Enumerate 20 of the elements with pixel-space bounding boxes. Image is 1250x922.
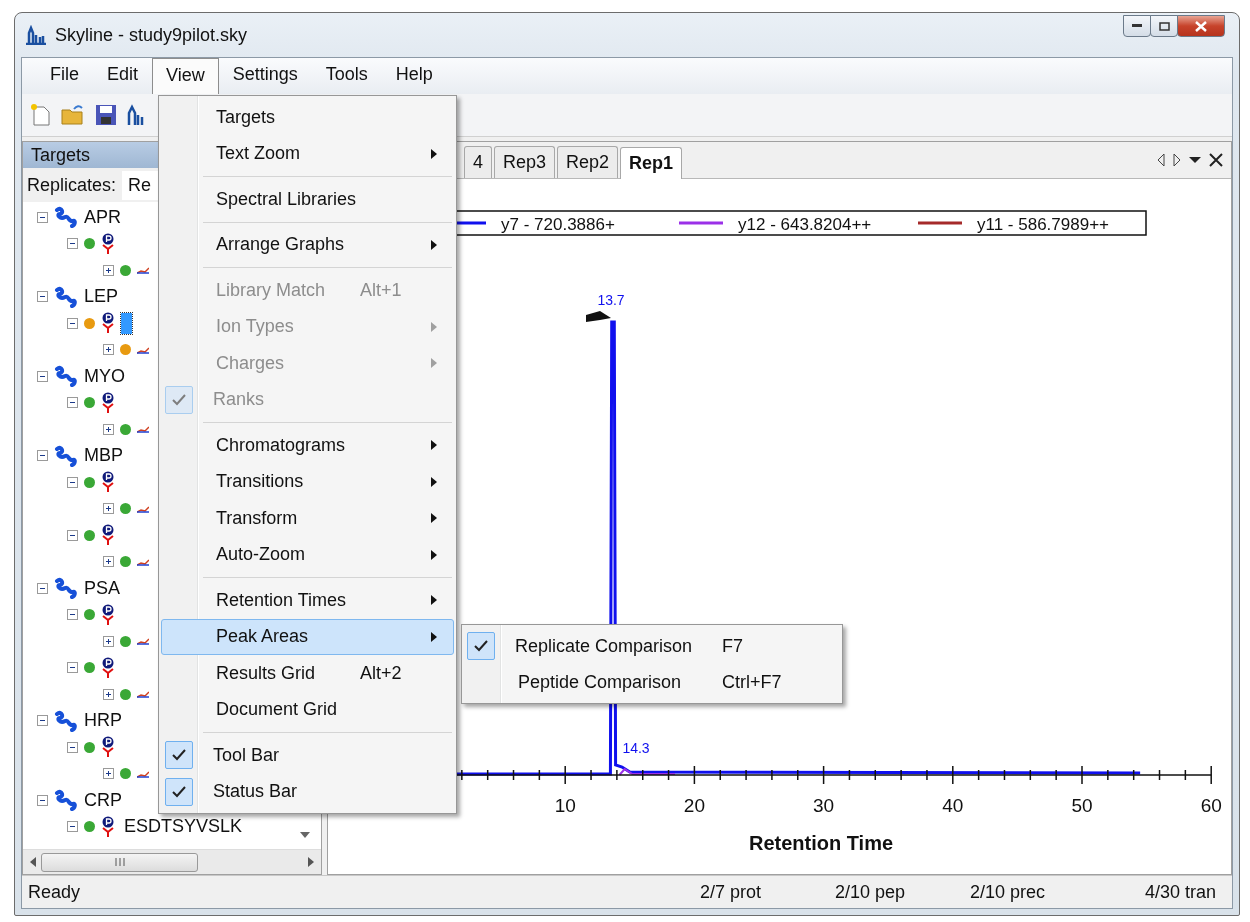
axis-tick-label: 10 — [554, 795, 576, 816]
legend-label: y12 - 643.8204++ — [738, 215, 872, 234]
status-count: 2/10 pep — [835, 881, 906, 902]
replicates-label: Replicates: — [27, 174, 117, 196]
status-message: Ready — [28, 881, 81, 903]
status-count: 4/30 tran — [1145, 881, 1217, 902]
legend-label: y11 - 586.7989++ — [977, 215, 1109, 234]
axis-tick-label: 60 — [1200, 795, 1222, 816]
peak-label: 14.3 — [622, 740, 650, 756]
pane-title: Targets — [31, 144, 91, 166]
axis-tick-label: 40 — [942, 795, 964, 816]
status-count: 2/10 prec — [970, 881, 1046, 902]
axis-tick-label: 50 — [1071, 795, 1093, 816]
axis-tick-label: 30 — [813, 795, 835, 816]
status-count: 2/7 prot — [700, 881, 762, 902]
peak-label: 13.7 — [597, 292, 625, 308]
axis-title: Retention Time — [748, 832, 894, 854]
legend-label: y7 - 720.3886+ — [501, 215, 615, 234]
window-title: Skyline - study9pilot.sky — [55, 24, 248, 46]
axis-tick-label: 20 — [683, 795, 705, 816]
